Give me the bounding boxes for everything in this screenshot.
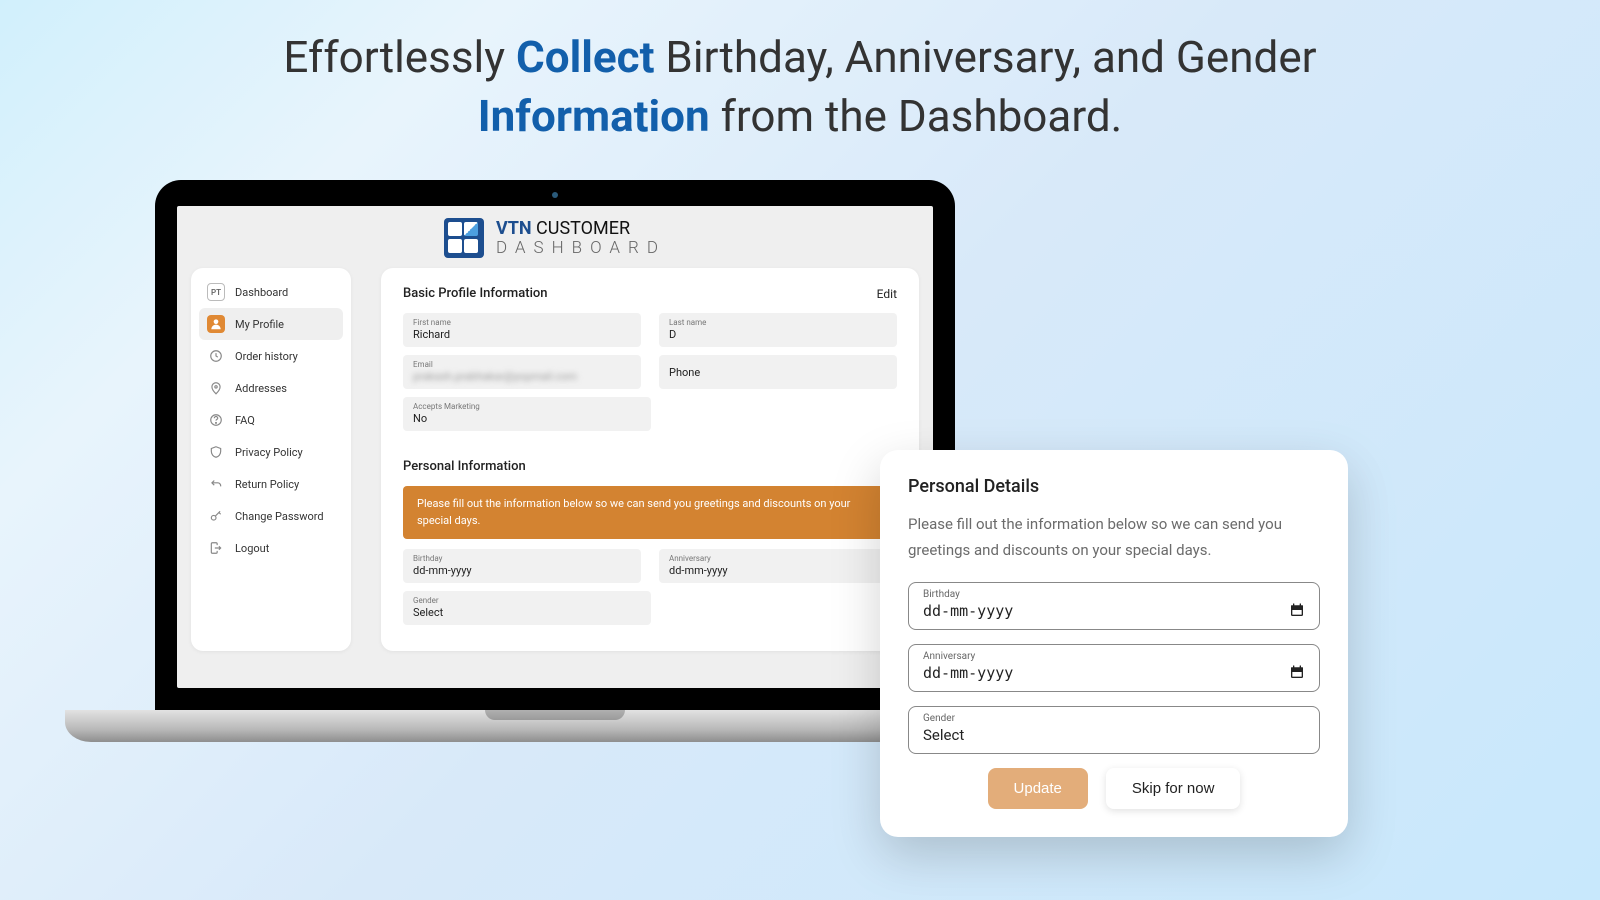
brand-customer: CUSTOMER [532, 218, 630, 239]
popup-anniversary-input[interactable]: Anniversary dd-mm-yyyy [908, 644, 1320, 692]
logout-icon [207, 539, 225, 557]
field-label: Anniversary [669, 554, 887, 563]
brand-vtn: VTN [496, 218, 532, 239]
field-label: Phone [669, 366, 887, 379]
sidebar-item-label: My Profile [235, 318, 284, 331]
field-label: Last name [669, 318, 887, 327]
laptop-bezel: VTN CUSTOMER DASHBOARD PT Dashboard M [155, 180, 955, 710]
hero-text: from the Dashboard. [710, 90, 1123, 142]
field-label: First name [413, 318, 631, 327]
popup-birthday-input[interactable]: Birthday dd-mm-yyyy [908, 582, 1320, 630]
brand-text: VTN CUSTOMER DASHBOARD [496, 219, 666, 257]
camera-dot [552, 192, 558, 198]
sidebar-item-label: Addresses [235, 382, 287, 395]
history-icon [207, 347, 225, 365]
last-name-field[interactable]: Last name D [659, 313, 897, 347]
pin-icon [207, 379, 225, 397]
field-label: Birthday [413, 554, 631, 563]
info-banner: Please fill out the information below so… [403, 486, 897, 539]
field-value: No [413, 412, 641, 425]
section-title: Personal Information [403, 459, 526, 474]
field-value: Select [923, 726, 1305, 744]
field-value: dd-mm-yyyy [413, 564, 631, 577]
hero-title: Effortlessly Collect Birthday, Anniversa… [0, 28, 1600, 147]
accepts-marketing-field[interactable]: Accepts Marketing No [403, 397, 651, 431]
field-label: Accepts Marketing [413, 402, 641, 411]
brand-logo-icon [444, 218, 484, 258]
email-field[interactable]: Email prakash.prabhakar@yopmail.com [403, 355, 641, 389]
anniversary-field[interactable]: Anniversary dd-mm-yyyy [659, 549, 897, 583]
sidebar-item-privacy-policy[interactable]: Privacy Policy [199, 436, 343, 468]
sidebar-item-my-profile[interactable]: My Profile [199, 308, 343, 340]
hero-text: Effortlessly [283, 31, 516, 83]
field-value: D [669, 328, 887, 341]
phone-field[interactable]: Phone [659, 355, 897, 389]
sidebar-item-label: Change Password [235, 510, 324, 523]
edit-link[interactable]: Edit [877, 287, 897, 301]
field-value: Select [413, 606, 641, 619]
field-label: Gender [923, 713, 1305, 724]
first-name-field[interactable]: First name Richard [403, 313, 641, 347]
shield-icon [207, 443, 225, 461]
sidebar-item-label: Privacy Policy [235, 446, 303, 459]
sidebar-item-label: FAQ [235, 414, 255, 427]
sidebar-item-label: Logout [235, 542, 269, 555]
hero-emph-collect: Collect [516, 31, 655, 83]
sidebar-item-return-policy[interactable]: Return Policy [199, 468, 343, 500]
sidebar-item-label: Return Policy [235, 478, 299, 491]
avatar-initials-icon: PT [207, 283, 225, 301]
popup-gender-select[interactable]: Gender Select [908, 706, 1320, 754]
skip-button[interactable]: Skip for now [1106, 768, 1241, 809]
field-label: Anniversary [923, 651, 1305, 662]
key-icon [207, 507, 225, 525]
field-value: dd-mm-yyyy [669, 564, 887, 577]
sidebar-item-label: Dashboard [235, 286, 288, 299]
sidebar-item-addresses[interactable]: Addresses [199, 372, 343, 404]
sidebar-item-faq[interactable]: FAQ [199, 404, 343, 436]
brand-line1: VTN CUSTOMER [496, 219, 666, 239]
section-title: Basic Profile Information [403, 286, 548, 301]
sidebar-item-order-history[interactable]: Order history [199, 340, 343, 372]
gender-field[interactable]: Gender Select [403, 591, 651, 625]
field-label: Email [413, 360, 631, 369]
popup-description: Please fill out the information below so… [908, 511, 1320, 564]
calendar-icon[interactable] [1289, 602, 1305, 618]
field-value: Richard [413, 328, 631, 341]
popup-title: Personal Details [908, 476, 1320, 497]
personal-details-popup: Personal Details Please fill out the inf… [880, 450, 1348, 837]
hero-headline: Effortlessly Collect Birthday, Anniversa… [0, 0, 1600, 147]
brand-line2: DASHBOARD [496, 239, 666, 258]
return-icon [207, 475, 225, 493]
personal-info-header: Personal Information Ed [403, 459, 897, 474]
field-value: prakash.prabhakar@yopmail.com [413, 370, 631, 383]
sidebar-item-label: Order history [235, 350, 298, 363]
sidebar: PT Dashboard My Profile Order history [191, 268, 351, 651]
update-button[interactable]: Update [988, 768, 1088, 809]
user-icon [207, 315, 225, 333]
app-header: VTN CUSTOMER DASHBOARD [177, 206, 933, 268]
field-value: dd-mm-yyyy [923, 664, 1013, 682]
sidebar-item-logout[interactable]: Logout [199, 532, 343, 564]
birthday-field[interactable]: Birthday dd-mm-yyyy [403, 549, 641, 583]
calendar-icon[interactable] [1289, 664, 1305, 680]
sidebar-item-dashboard[interactable]: PT Dashboard [199, 276, 343, 308]
field-label: Gender [413, 596, 641, 605]
main-content: Basic Profile Information Edit First nam… [381, 268, 919, 651]
laptop-mockup: VTN CUSTOMER DASHBOARD PT Dashboard M [155, 180, 955, 742]
sidebar-item-change-password[interactable]: Change Password [199, 500, 343, 532]
app-body: PT Dashboard My Profile Order history [177, 268, 933, 651]
laptop-screen: VTN CUSTOMER DASHBOARD PT Dashboard M [177, 206, 933, 688]
popup-actions: Update Skip for now [908, 768, 1320, 809]
hero-emph-information: Information [478, 90, 710, 142]
basic-profile-header: Basic Profile Information Edit [403, 286, 897, 301]
hero-text: Birthday, Anniversary, and Gender [654, 31, 1316, 83]
field-value: dd-mm-yyyy [923, 602, 1013, 620]
field-label: Birthday [923, 589, 1305, 600]
question-icon [207, 411, 225, 429]
